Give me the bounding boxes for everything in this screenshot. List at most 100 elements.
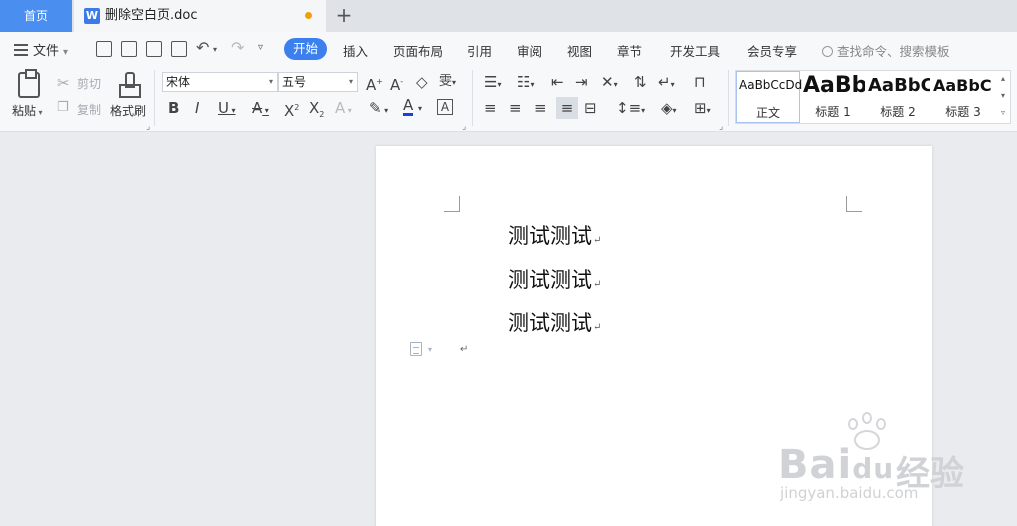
ribbon-tab-developer[interactable]: 开发工具 — [670, 41, 720, 60]
chinese-layout-icon[interactable]: ✕▾ — [601, 73, 618, 94]
font-expand-icon[interactable]: ⌟ — [462, 118, 466, 136]
character-border-icon[interactable]: A — [437, 99, 453, 115]
paragraph-layout-icon[interactable] — [410, 342, 422, 356]
document-line-text: 测试测试 — [508, 311, 592, 335]
cut-icon[interactable]: ✂ — [57, 74, 70, 92]
paragraph-expand-icon[interactable]: ⌟ — [719, 118, 723, 136]
style-heading-1-sample: AaBb — [803, 73, 865, 98]
font-color-dropdown-icon[interactable]: ▾ — [418, 100, 422, 118]
print-icon[interactable] — [146, 41, 162, 57]
styles-scroll[interactable]: ▴ ▾ ▿ — [997, 70, 1009, 122]
show-marks-icon[interactable]: ↵▾ — [658, 73, 675, 94]
document-tab-title: 删除空白页.doc — [105, 8, 198, 23]
print-preview-icon[interactable] — [171, 41, 187, 57]
numbered-list-icon[interactable]: ☷▾ — [517, 73, 534, 94]
underline-icon[interactable]: U ▾ — [218, 99, 236, 120]
divider — [728, 70, 729, 126]
paste-button[interactable]: 粘贴 ▾ — [12, 102, 43, 119]
style-heading-2[interactable]: AaBbC 标题 2 — [866, 71, 930, 123]
undo-icon[interactable]: ↶ — [196, 38, 209, 58]
chevron-down-icon: ▾ — [348, 77, 353, 86]
tab-document[interactable]: W 删除空白页.doc — [74, 0, 326, 32]
tab-settings-icon[interactable]: ⊓ — [694, 73, 706, 91]
ribbon-tab-member[interactable]: 会员专享 — [747, 41, 797, 60]
decrease-indent-icon[interactable]: ⇤ — [551, 73, 564, 91]
subscript-icon[interactable]: X2 — [309, 99, 324, 124]
justify-icon[interactable]: ≡ — [556, 97, 578, 119]
text-effect-icon[interactable]: A ▾ — [335, 99, 352, 120]
document-line[interactable]: 测试测试↵ — [508, 264, 601, 294]
ribbon-toolbar: 粘贴 ▾ ✂ 剪切 ❐ 复制 格式刷 ⌟ 宋体 ▾ 五号 ▾ A+ A- ◇ 雯▾ … — [0, 66, 1017, 132]
copy-icon[interactable]: ❐ — [57, 99, 69, 117]
paragraph-mark: ↵ — [593, 279, 602, 290]
align-left-icon[interactable]: ≡ — [484, 99, 497, 117]
hamburger-icon — [14, 44, 28, 56]
font-size-select[interactable]: 五号 ▾ — [278, 72, 358, 92]
new-tab-button[interactable]: + — [334, 3, 354, 27]
line-spacing-icon[interactable]: ↕≡▾ — [616, 99, 645, 120]
format-painter-icon[interactable] — [119, 72, 141, 98]
strikethrough-icon[interactable]: A ▾ — [252, 99, 269, 120]
distributed-icon[interactable]: ⊟ — [584, 99, 597, 117]
document-line[interactable]: 测试测试↵ — [508, 220, 601, 250]
sort-icon[interactable]: ⇅ — [634, 73, 647, 91]
style-heading-1-label: 标题 1 — [815, 105, 851, 119]
style-heading-1[interactable]: AaBb 标题 1 — [801, 71, 865, 123]
format-painter-button[interactable]: 格式刷 — [110, 102, 146, 119]
highlight-icon[interactable]: ✎ ▾ — [369, 99, 388, 120]
style-normal[interactable]: AaBbCcDd 正文 — [736, 71, 802, 123]
divider — [472, 70, 473, 126]
style-heading-3[interactable]: AaBbC 标题 3 — [931, 71, 995, 123]
align-right-icon[interactable]: ≡ — [534, 99, 547, 117]
ribbon-tab-section[interactable]: 章节 — [617, 41, 642, 60]
ribbon-tab-page-layout[interactable]: 页面布局 — [393, 41, 443, 60]
file-menu[interactable]: 文件 ▾ — [14, 40, 68, 59]
phonetic-guide-icon[interactable]: 雯▾ — [439, 73, 456, 92]
style-heading-3-label: 标题 3 — [945, 105, 981, 119]
margin-corner-mark — [846, 196, 862, 212]
undo-dropdown-icon[interactable]: ▾ — [213, 40, 217, 60]
command-search-placeholder: 查找命令、搜索模板 — [837, 44, 950, 59]
bold-icon[interactable]: B — [168, 99, 179, 117]
menu-row: 文件 ▾ ↶ ▾ ↷ ▿ 开始 插入 页面布局 引用 审阅 视图 章节 开发工具 … — [0, 32, 1017, 66]
export-pdf-icon[interactable] — [121, 41, 137, 57]
clipboard-expand-icon[interactable]: ⌟ — [146, 118, 150, 136]
borders-icon[interactable]: ⊞▾ — [694, 99, 711, 120]
document-line[interactable]: 测试测试↵ — [508, 307, 601, 337]
grow-font-icon[interactable]: A+ — [366, 73, 383, 94]
document-line-text: 测试测试 — [508, 268, 592, 292]
command-search[interactable]: 查找命令、搜索模板 — [822, 41, 950, 60]
document-line-text: 测试测试 — [508, 224, 592, 248]
paragraph-mark: ↵ — [593, 322, 602, 333]
customize-toolbar-icon[interactable]: ▿ — [258, 38, 263, 58]
cut-button[interactable]: 剪切 — [77, 75, 101, 92]
ribbon-tab-insert[interactable]: 插入 — [343, 41, 368, 60]
wps-writer-icon: W — [84, 8, 100, 24]
clear-format-icon[interactable]: ◇ — [416, 73, 428, 91]
paste-icon[interactable] — [18, 69, 40, 98]
redo-icon[interactable]: ↷ — [231, 38, 244, 58]
superscript-icon[interactable]: X2 — [284, 99, 299, 120]
bullet-list-icon[interactable]: ☰▾ — [484, 73, 501, 94]
chevron-down-icon[interactable]: ▾ — [428, 345, 432, 354]
font-size-value: 五号 — [282, 75, 307, 89]
paragraph-mark: ↵ — [593, 235, 602, 246]
font-color-icon[interactable]: A — [403, 97, 414, 116]
copy-button[interactable]: 复制 — [77, 101, 101, 118]
search-icon — [822, 46, 833, 57]
save-icon[interactable] — [96, 41, 112, 57]
watermark-url: jingyan.baidu.com — [780, 484, 919, 502]
tab-home[interactable]: 首页 — [0, 0, 72, 32]
italic-icon[interactable]: I — [195, 99, 199, 117]
ribbon-tab-review[interactable]: 审阅 — [517, 41, 542, 60]
shrink-font-icon[interactable]: A- — [390, 73, 403, 94]
increase-indent-icon[interactable]: ⇥ — [575, 73, 588, 91]
ribbon-tab-start[interactable]: 开始 — [284, 38, 327, 60]
ribbon-tab-view[interactable]: 视图 — [567, 41, 592, 60]
font-name-select[interactable]: 宋体 ▾ — [162, 72, 278, 92]
empty-paragraph-mark[interactable]: ↵ — [460, 344, 468, 355]
align-center-icon[interactable]: ≡ — [509, 99, 522, 117]
ribbon-tab-references[interactable]: 引用 — [467, 41, 492, 60]
styles-gallery: AaBbCcDd 正文 AaBb 标题 1 AaBbC 标题 2 AaBbC 标… — [735, 70, 1011, 124]
shading-icon[interactable]: ◈▾ — [661, 99, 677, 120]
